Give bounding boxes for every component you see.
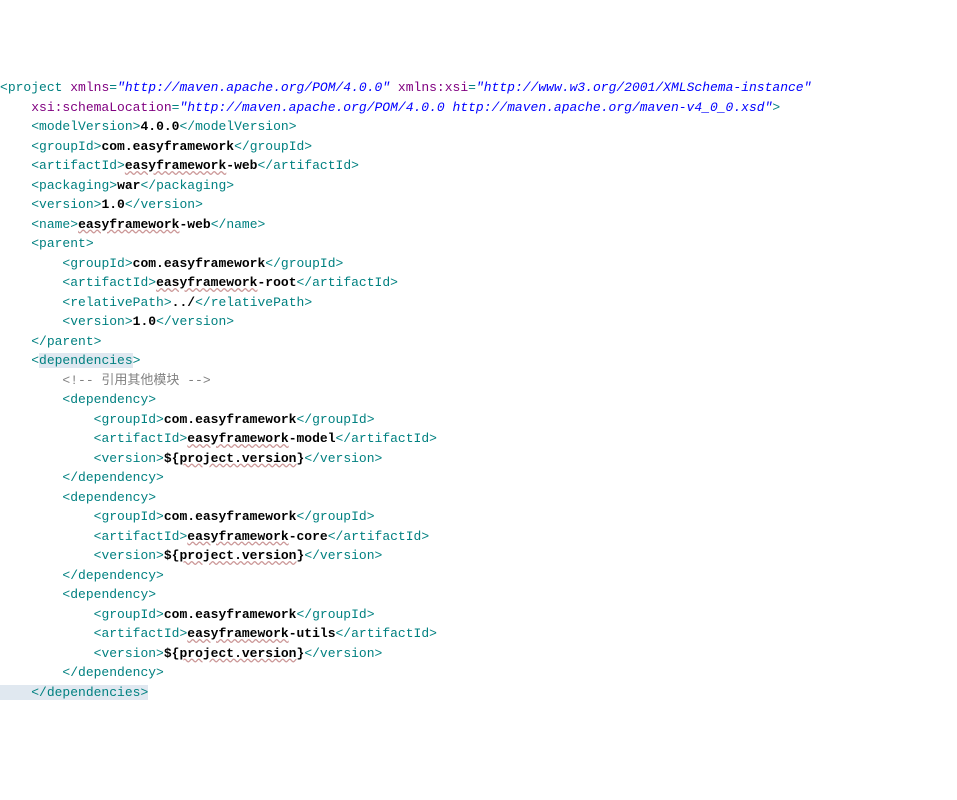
dep-2-version: <version>${project.version}</version>	[94, 646, 383, 661]
parent-open: <parent>	[31, 236, 93, 251]
comment: <!-- 引用其他模块 -->	[62, 373, 210, 388]
dependency-0-open: <dependency>	[62, 392, 156, 407]
xml-line-1: <project xmlns="http://maven.apache.org/…	[0, 80, 811, 95]
dependencies-close: </dependencies>	[31, 685, 148, 700]
parent-close: </parent>	[31, 334, 101, 349]
dependency-2-open: <dependency>	[62, 587, 156, 602]
dep-1-version: <version>${project.version}</version>	[94, 548, 383, 563]
dep-1-artifactid: <artifactId>easyframework-core</artifact…	[94, 529, 430, 544]
version-element: <version>1.0</version>	[31, 197, 203, 212]
dependency-1-close: </dependency>	[62, 568, 163, 583]
code-editor: <project xmlns="http://maven.apache.org/…	[0, 78, 957, 702]
dependencies-open: <dependencies>	[31, 353, 140, 368]
dep-1-groupid: <groupId>com.easyframework</groupId>	[94, 509, 375, 524]
dep-0-groupid: <groupId>com.easyframework</groupId>	[94, 412, 375, 427]
packaging-element: <packaging>war</packaging>	[31, 178, 234, 193]
artifactid-element: <artifactId>easyframework-web</artifactI…	[31, 158, 359, 173]
dependency-2-close: </dependency>	[62, 665, 163, 680]
dependency-1-open: <dependency>	[62, 490, 156, 505]
groupid-element: <groupId>com.easyframework</groupId>	[31, 139, 312, 154]
dep-2-groupid: <groupId>com.easyframework</groupId>	[94, 607, 375, 622]
dependency-0-close: </dependency>	[62, 470, 163, 485]
xml-line-2: xsi:schemaLocation="http://maven.apache.…	[31, 100, 780, 115]
parent-relativepath: <relativePath>../</relativePath>	[62, 295, 312, 310]
model-version-element: <modelVersion>4.0.0</modelVersion>	[31, 119, 296, 134]
dep-0-version: <version>${project.version}</version>	[94, 451, 383, 466]
parent-artifactid: <artifactId>easyframework-root</artifact…	[62, 275, 398, 290]
dep-0-artifactid: <artifactId>easyframework-model</artifac…	[94, 431, 437, 446]
dep-2-artifactid: <artifactId>easyframework-utils</artifac…	[94, 626, 437, 641]
name-element: <name>easyframework-web</name>	[31, 217, 265, 232]
parent-version: <version>1.0</version>	[62, 314, 234, 329]
parent-groupid: <groupId>com.easyframework</groupId>	[62, 256, 343, 271]
